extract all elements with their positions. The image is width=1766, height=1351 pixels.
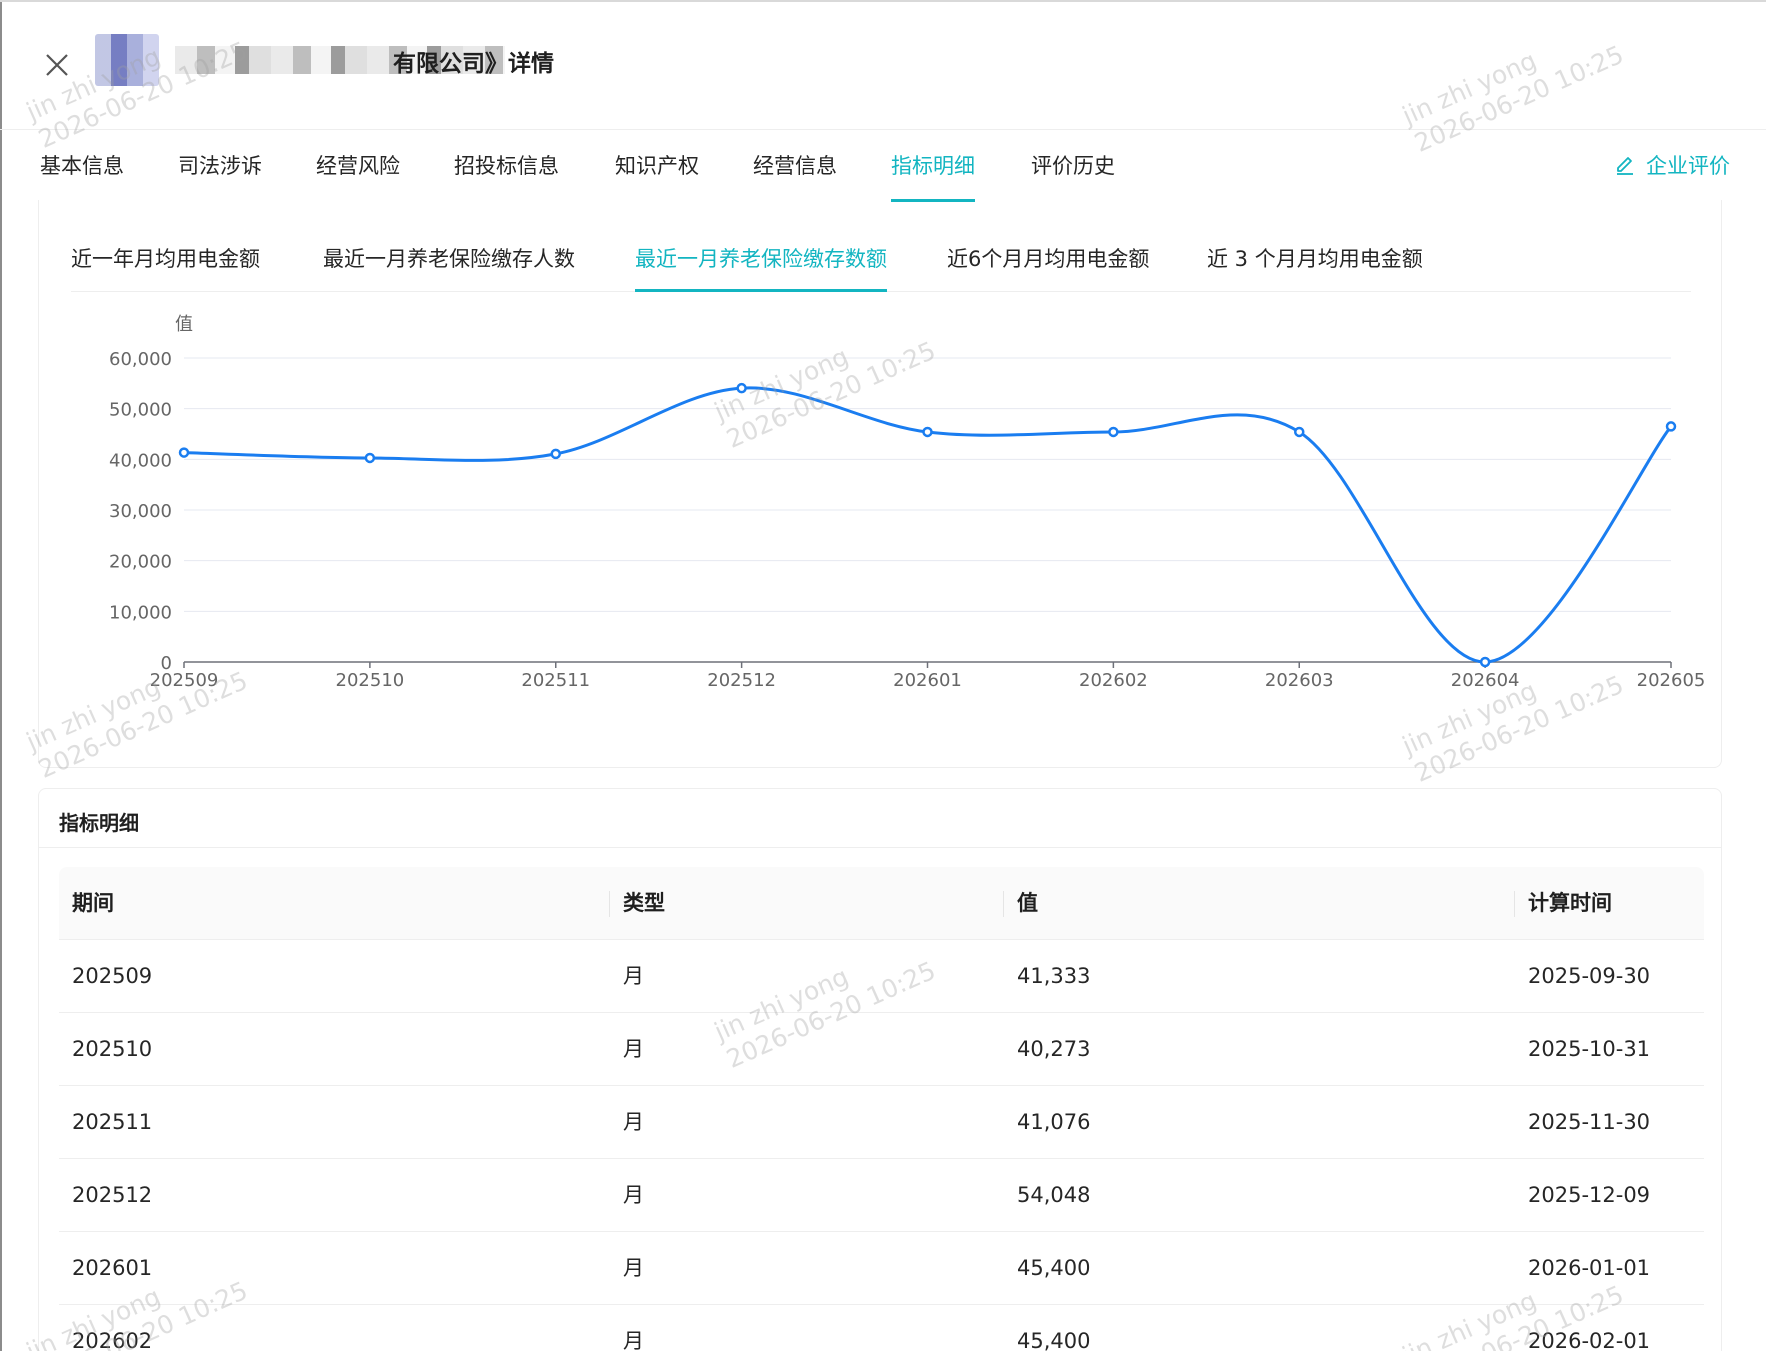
subtab-6-month-avg-electricity[interactable]: 近6个月月均用电金额 — [947, 244, 1149, 292]
enterprise-evaluate-label: 企业评价 — [1646, 154, 1730, 178]
cell-value: 45,400 — [1017, 1256, 1091, 1280]
edit-icon — [1617, 157, 1633, 175]
cell-calc-time: 2025-12-09 — [1528, 1183, 1651, 1207]
close-icon — [46, 54, 68, 76]
data-point — [550, 448, 561, 460]
cell-calc-time: 2026-01-01 — [1528, 1256, 1651, 1280]
x-tick-label: 202509 — [150, 670, 219, 691]
table-row[interactable]: 202509 月 41,333 2025-09-30 — [59, 940, 1704, 1013]
chart-card: 近一年月均用电金额 最近一月养老保险缴存人数 最近一月养老保险缴存数额 近6个月… — [38, 200, 1722, 768]
y-tick-label: 10,000 — [109, 602, 172, 623]
tab-operating-risk[interactable]: 经营风险 — [316, 150, 400, 202]
main-tab-bar: 基本信息 司法涉诉 经营风险 招投标信息 知识产权 经营信息 指标明细 评价历史… — [40, 150, 1730, 202]
column-header-value[interactable]: 值 — [1017, 867, 1038, 940]
cell-calc-time: 2025-10-31 — [1528, 1037, 1651, 1061]
data-point — [1479, 656, 1491, 668]
column-header-calc-time[interactable]: 计算时间 — [1528, 867, 1612, 940]
table-row[interactable]: 202601 月 45,400 2026-01-01 — [59, 1232, 1704, 1305]
cell-value: 41,076 — [1017, 1110, 1091, 1134]
cell-calc-time: 2025-09-30 — [1528, 964, 1651, 988]
data-point — [736, 382, 747, 394]
close-button[interactable] — [40, 48, 74, 82]
cell-type: 月 — [623, 964, 644, 988]
table-row[interactable]: 202602 月 45,400 2026-02-01 — [59, 1305, 1704, 1351]
cell-calc-time: 2025-11-30 — [1528, 1110, 1651, 1134]
column-separator — [609, 891, 610, 917]
data-point — [922, 426, 933, 438]
cell-type: 月 — [623, 1256, 644, 1280]
x-tick-label: 202512 — [707, 670, 776, 691]
x-tick-label: 202602 — [1079, 670, 1148, 691]
y-tick-label: 30,000 — [109, 501, 172, 522]
subtab-pension-contribution-amount[interactable]: 最近一月养老保险缴存数额 — [635, 244, 887, 292]
table-header-row: 期间 类型 值 计算时间 — [59, 867, 1704, 940]
cell-calc-time: 2026-02-01 — [1528, 1329, 1651, 1351]
data-point — [364, 452, 376, 464]
y-tick-label: 60,000 — [109, 349, 172, 370]
column-separator — [1003, 891, 1004, 917]
x-tick-label: 202604 — [1451, 670, 1520, 691]
tab-indicator-details[interactable]: 指标明细 — [891, 150, 975, 202]
cell-type: 月 — [623, 1183, 644, 1207]
cell-type: 月 — [623, 1110, 644, 1134]
data-point — [178, 447, 190, 458]
window-left-border — [0, 0, 2, 1351]
indicator-table: 期间 类型 值 计算时间 202509 月 41,333 2025-09-30 … — [59, 867, 1704, 1351]
indicator-detail-card: 指标明细 期间 类型 值 计算时间 202509 月 41,333 2025-0… — [38, 788, 1722, 1351]
subtab-yearly-avg-electricity[interactable]: 近一年月均用电金额 — [71, 244, 260, 292]
cell-type: 月 — [623, 1329, 644, 1351]
y-tick-label: 40,000 — [109, 450, 172, 471]
line-chart: 010,00020,00030,00040,00050,00060,000值20… — [109, 314, 1706, 691]
table-row[interactable]: 202512 月 54,048 2025-12-09 — [59, 1159, 1704, 1232]
cell-period: 202601 — [72, 1256, 153, 1280]
x-tick-label: 202605 — [1637, 670, 1706, 691]
x-tick-label: 202511 — [521, 670, 590, 691]
enterprise-evaluate-button[interactable]: 企业评价 — [1614, 150, 1730, 182]
divider — [39, 847, 1721, 848]
table-card-title: 指标明细 — [59, 811, 139, 835]
cell-period: 202512 — [72, 1183, 153, 1207]
cell-period: 202602 — [72, 1329, 153, 1351]
column-header-type[interactable]: 类型 — [623, 867, 665, 940]
table-row[interactable]: 202510 月 40,273 2025-10-31 — [59, 1013, 1704, 1086]
subtab-pension-insured-count[interactable]: 最近一月养老保险缴存人数 — [323, 244, 575, 292]
table-row[interactable]: 202511 月 41,076 2025-11-30 — [59, 1086, 1704, 1159]
cell-period: 202511 — [72, 1110, 153, 1134]
cell-value: 41,333 — [1017, 964, 1091, 988]
y-axis-label: 值 — [175, 314, 193, 335]
subtab-3-month-avg-electricity[interactable]: 近 3 个月月均用电金额 — [1207, 244, 1423, 292]
y-tick-label: 50,000 — [109, 400, 172, 421]
indicator-sub-tab-bar: 近一年月均用电金额 最近一月养老保险缴存人数 最近一月养老保险缴存数额 近6个月… — [71, 244, 1691, 292]
tab-basic-info[interactable]: 基本信息 — [40, 150, 124, 202]
cell-value: 45,400 — [1017, 1329, 1091, 1351]
x-tick-label: 202510 — [336, 670, 405, 691]
page-title-area: 有限公司》详情 — [95, 34, 615, 88]
data-point — [1108, 426, 1119, 438]
cell-value: 54,048 — [1017, 1183, 1091, 1207]
column-separator — [1514, 891, 1515, 917]
tab-evaluation-history[interactable]: 评价历史 — [1031, 150, 1115, 202]
cell-value: 40,273 — [1017, 1037, 1091, 1061]
company-logo-redacted — [95, 34, 159, 86]
x-tick-label: 202603 — [1265, 670, 1334, 691]
x-tick-label: 202601 — [893, 670, 962, 691]
tab-intellectual-property[interactable]: 知识产权 — [615, 150, 699, 202]
cell-period: 202509 — [72, 964, 153, 988]
tab-bidding-info[interactable]: 招投标信息 — [454, 150, 559, 202]
column-header-period[interactable]: 期间 — [72, 867, 114, 940]
y-tick-label: 20,000 — [109, 552, 172, 573]
cell-period: 202510 — [72, 1037, 153, 1061]
cell-type: 月 — [623, 1037, 644, 1061]
tab-judicial-litigation[interactable]: 司法涉诉 — [178, 150, 262, 202]
drawer-header: 有限公司》详情 — [0, 0, 1766, 130]
data-point — [1294, 426, 1305, 438]
tab-business-info[interactable]: 经营信息 — [753, 150, 837, 202]
page-title: 有限公司》详情 — [393, 51, 554, 77]
data-point — [1665, 421, 1677, 432]
